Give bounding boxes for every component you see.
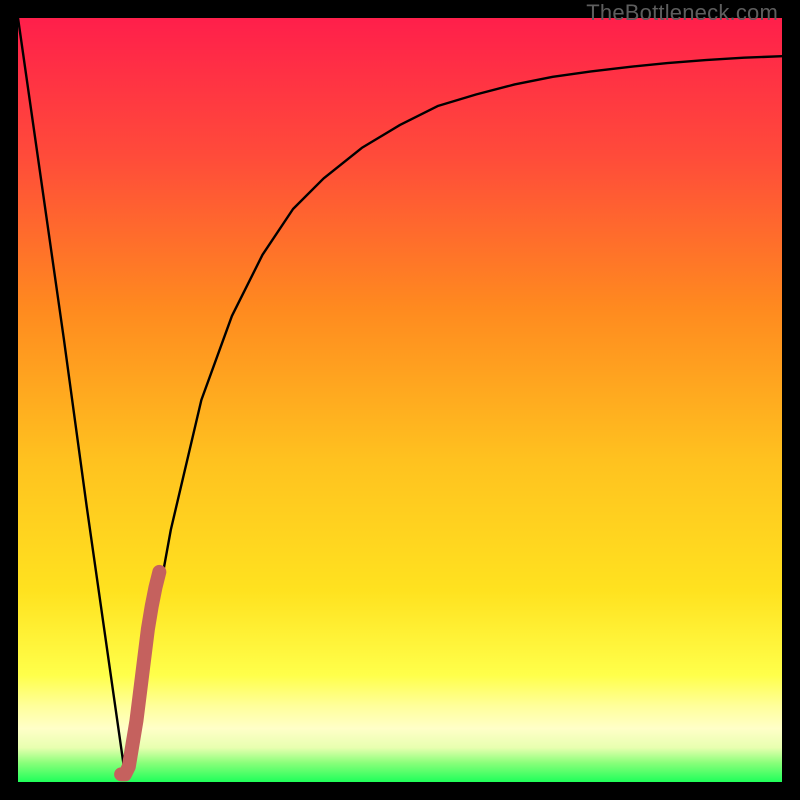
chart-frame [18, 18, 782, 782]
gradient-background [18, 18, 782, 782]
watermark-text: TheBottleneck.com [586, 0, 778, 26]
bottleneck-chart [18, 18, 782, 782]
